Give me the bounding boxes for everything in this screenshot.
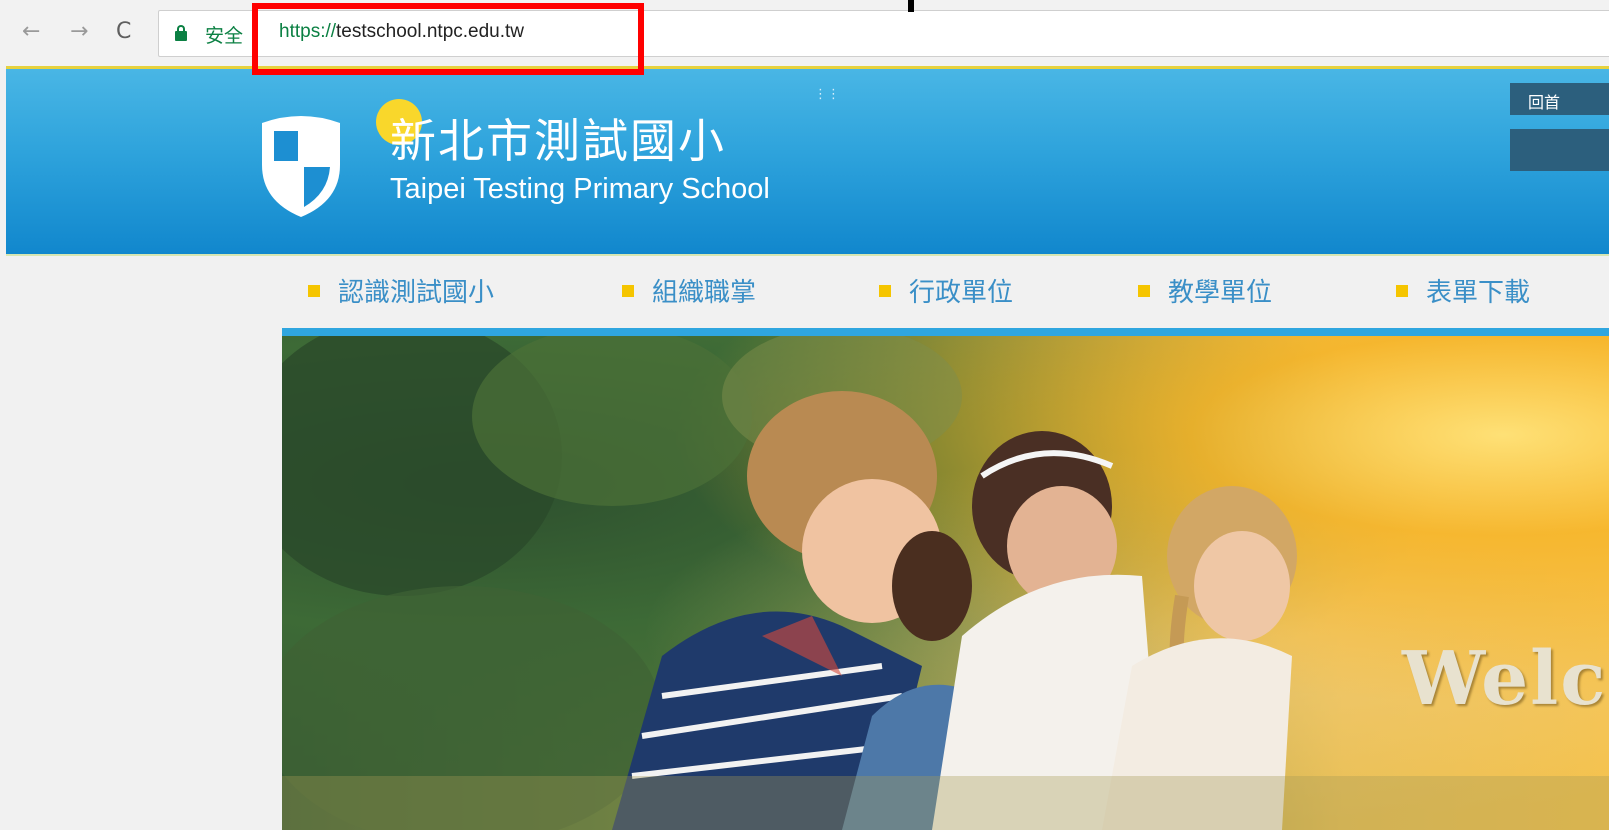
browser-toolbar: ← → C 安全 https://testschool.ntpc.edu.tw bbox=[0, 0, 1609, 66]
nav-item-administration[interactable]: 行政單位 bbox=[879, 272, 1013, 309]
school-name-english[interactable]: Taipei Testing Primary School bbox=[390, 173, 770, 206]
back-arrow-icon[interactable]: ← bbox=[22, 18, 40, 46]
forward-arrow-icon[interactable]: → bbox=[70, 18, 88, 46]
children-photo bbox=[282, 336, 1609, 830]
welcome-text: Welc bbox=[1402, 636, 1608, 722]
nav-item-label: 行政單位 bbox=[909, 278, 1014, 308]
square-bullet-icon bbox=[879, 284, 891, 297]
nav-item-teaching[interactable]: 教學單位 bbox=[1138, 272, 1272, 309]
square-bullet-icon bbox=[308, 284, 320, 297]
nav-item-label: 表單下載 bbox=[1426, 278, 1531, 308]
header-button[interactable] bbox=[1510, 129, 1609, 171]
nav-item-label: 認識測試國小 bbox=[338, 278, 495, 308]
nav-item-label: 教學單位 bbox=[1168, 278, 1273, 308]
home-link[interactable]: 回首 bbox=[1510, 83, 1609, 115]
hero-banner: Welc bbox=[282, 328, 1609, 830]
nav-item-forms[interactable]: 表單下載 bbox=[1396, 272, 1530, 309]
nav-item-organization[interactable]: 組織職掌 bbox=[622, 272, 756, 309]
reload-icon[interactable]: C bbox=[116, 18, 131, 46]
square-bullet-icon bbox=[1138, 284, 1150, 297]
text-cursor-icon bbox=[908, 0, 914, 12]
nav-item-about[interactable]: 認識測試國小 bbox=[308, 272, 494, 309]
nav-item-label: 組織職掌 bbox=[652, 278, 757, 308]
main-navigation: 認識測試國小 組織職掌 行政單位 教學單位 表單下載 bbox=[0, 256, 1609, 328]
drag-handle-icon: ⋮⋮ bbox=[814, 87, 840, 102]
square-bullet-icon bbox=[1396, 284, 1408, 297]
lock-icon bbox=[175, 25, 187, 41]
secure-label: 安全 bbox=[205, 25, 244, 47]
site-header: 新北市測試國小 Taipei Testing Primary School ⋮⋮… bbox=[6, 66, 1609, 256]
square-bullet-icon bbox=[622, 284, 634, 297]
shield-logo-icon bbox=[262, 116, 340, 217]
school-name[interactable]: 新北市測試國小 bbox=[390, 105, 726, 171]
annotation-highlight-box bbox=[252, 3, 644, 75]
